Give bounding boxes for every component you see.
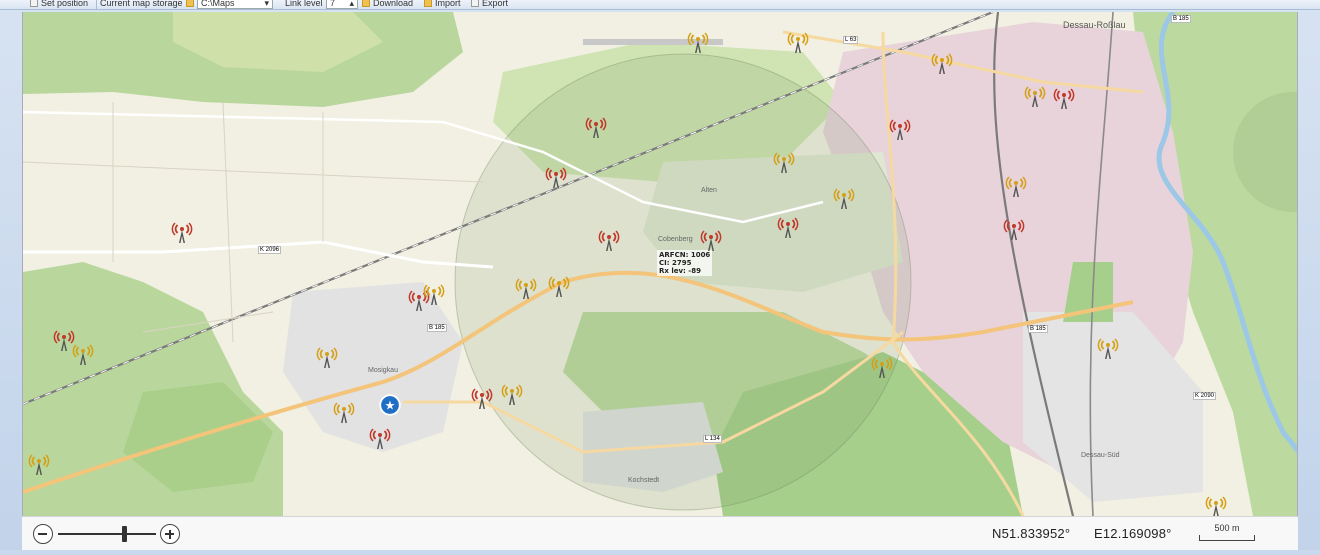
download-button[interactable]: Download	[362, 0, 413, 9]
zoom-slider-track[interactable]	[58, 533, 156, 535]
neighbour-cell-tower-icon[interactable]	[548, 276, 570, 298]
import-label: Import	[435, 0, 461, 8]
neighbour-cell-tower-icon[interactable]	[72, 344, 94, 366]
road-label: K 2096	[258, 246, 282, 254]
svg-text:★: ★	[385, 398, 396, 412]
neighbour-cell-tower-icon[interactable]	[501, 384, 523, 406]
serving-cell-tower-icon[interactable]	[777, 217, 799, 239]
neighbour-cell-tower-icon[interactable]	[773, 152, 795, 174]
folder-icon	[186, 0, 194, 7]
serving-cell-tower-icon[interactable]	[1053, 88, 1075, 110]
neighbour-cell-tower-icon[interactable]	[1097, 338, 1119, 360]
link-level-value: 7	[330, 0, 336, 8]
neighbour-cell-tower-icon[interactable]	[1005, 176, 1027, 198]
toolbar-divider	[96, 0, 97, 9]
place-label: Kochstedt	[628, 477, 660, 484]
place-label: Alten	[701, 187, 717, 194]
link-level-text: Link level	[285, 0, 323, 8]
import-icon	[424, 0, 432, 7]
serving-cell-tower-icon[interactable]	[171, 222, 193, 244]
link-level-select[interactable]: 7 ▴	[326, 0, 358, 9]
road-label: B 185	[427, 324, 447, 332]
place-label: Dessau-Roßlau	[1063, 20, 1126, 30]
map-view[interactable]: Dessau-Roßlau Mosigkau Kochstedt Alten D…	[22, 12, 1298, 516]
current-position-icon[interactable]: ★	[379, 394, 401, 416]
folder-button[interactable]	[186, 0, 194, 9]
serving-cell-tower-icon[interactable]	[700, 230, 722, 252]
serving-cell-tower-icon[interactable]	[585, 117, 607, 139]
download-icon	[362, 0, 370, 7]
import-button[interactable]: Import	[424, 0, 461, 9]
current-map-storage-text: Current map storage	[100, 0, 183, 8]
zoom-slider-thumb[interactable]	[122, 526, 128, 542]
latitude-readout: N51.833952°	[992, 526, 1071, 541]
link-level-label: Link level	[285, 0, 323, 9]
neighbour-cell-tower-icon[interactable]	[687, 32, 709, 54]
map-storage-select[interactable]: C:\Maps ▾	[197, 0, 273, 9]
arfcn-value: ARFCN: 1006	[659, 251, 711, 259]
place-label: Mosigkau	[368, 367, 398, 374]
download-label: Download	[373, 0, 414, 8]
set-position-button[interactable]: Set position	[30, 0, 88, 9]
neighbour-cell-tower-icon[interactable]	[931, 53, 953, 75]
scale-label: 500 m	[1214, 523, 1240, 533]
scale-bar-line	[1199, 535, 1255, 541]
serving-cell-tower-icon[interactable]	[889, 119, 911, 141]
neighbour-cell-tower-icon[interactable]	[787, 32, 809, 54]
pin-icon	[30, 0, 38, 7]
neighbour-cell-tower-icon[interactable]	[871, 357, 893, 379]
toolbar: Set position Current map storage C:\Maps…	[0, 0, 1320, 10]
serving-cell-tower-icon[interactable]	[1003, 219, 1025, 241]
export-label: Export	[482, 0, 509, 8]
spinner-icon: ▴	[349, 0, 354, 8]
export-button[interactable]: Export	[471, 0, 508, 9]
neighbour-cell-tower-icon[interactable]	[333, 402, 355, 424]
neighbour-cell-tower-icon[interactable]	[28, 454, 50, 476]
window-bottom-border	[0, 550, 1320, 555]
neighbour-cell-tower-icon[interactable]	[316, 347, 338, 369]
road-label: L 63	[843, 36, 859, 44]
serving-cell-tower-icon[interactable]	[369, 428, 391, 450]
place-label: Cobenberg	[658, 236, 693, 243]
cell-id-value: CI: 2795	[659, 259, 692, 267]
cell-info-label: ARFCN: 1006 CI: 2795 Rx lev: -89	[657, 250, 713, 276]
serving-cell-tower-icon[interactable]	[545, 167, 567, 189]
scale-bar: 500 m	[1199, 523, 1255, 541]
set-position-label: Set position	[41, 0, 89, 8]
neighbour-cell-tower-icon[interactable]	[515, 278, 537, 300]
longitude-readout: E12.169098°	[1094, 526, 1172, 541]
serving-cell-tower-icon[interactable]	[471, 388, 493, 410]
serving-cell-tower-icon[interactable]	[598, 230, 620, 252]
map-application-window: Set position Current map storage C:\Maps…	[0, 0, 1320, 555]
neighbour-cell-tower-icon[interactable]	[423, 284, 445, 306]
chevron-down-icon: ▾	[264, 0, 269, 8]
neighbour-cell-tower-icon[interactable]	[1024, 86, 1046, 108]
export-icon	[471, 0, 479, 7]
zoom-in-button[interactable]	[160, 524, 180, 544]
neighbour-cell-tower-icon[interactable]	[1205, 496, 1227, 516]
road-label: B 185	[1028, 325, 1048, 333]
map-storage-value: C:\Maps	[201, 0, 235, 8]
zoom-out-button[interactable]	[33, 524, 53, 544]
current-map-storage-label: Current map storage	[100, 0, 183, 9]
road-label: K 2090	[1193, 392, 1217, 400]
place-label: Dessau-Süd	[1081, 452, 1120, 459]
road-label: L 134	[703, 435, 722, 443]
road-label: B 185	[1171, 15, 1191, 23]
neighbour-cell-tower-icon[interactable]	[833, 188, 855, 210]
rx-level-value: Rx lev: -89	[659, 267, 701, 275]
status-bar: N51.833952° E12.169098° 500 m	[22, 516, 1298, 550]
